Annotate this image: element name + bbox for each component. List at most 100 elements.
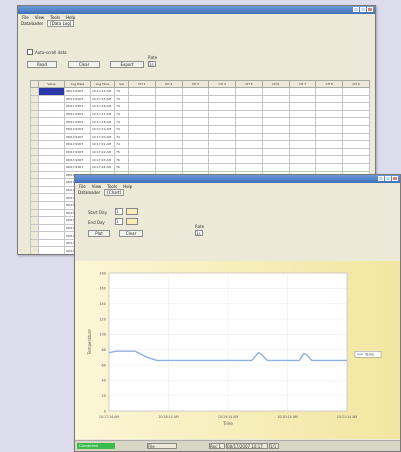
table-cell[interactable]	[343, 133, 370, 141]
table-row[interactable]: 08/17/200710:17:18 AM74	[31, 118, 370, 126]
table-cell[interactable]: 08/17/2007	[65, 163, 91, 171]
table-cell[interactable]	[236, 118, 263, 126]
table-cell[interactable]	[39, 118, 65, 126]
row-header-cell[interactable]	[31, 148, 39, 156]
table-cell[interactable]: 10:17:17 AM	[91, 110, 115, 118]
table-cell[interactable]	[236, 125, 263, 133]
maximize-icon[interactable]	[385, 176, 391, 181]
grid-column-header[interactable]: Log Time	[91, 81, 115, 88]
table-cell[interactable]	[316, 125, 343, 133]
menu-view[interactable]: View	[35, 15, 45, 20]
export-button[interactable]: Export	[110, 61, 144, 68]
table-cell[interactable]	[289, 125, 316, 133]
table-cell[interactable]	[39, 217, 65, 225]
row-header-cell[interactable]	[31, 171, 39, 179]
row-header-cell[interactable]	[31, 163, 39, 171]
table-cell[interactable]	[39, 186, 65, 194]
table-cell[interactable]: 74	[115, 118, 129, 126]
grid-column-header[interactable]: Value	[39, 81, 65, 88]
table-cell[interactable]	[316, 133, 343, 141]
row-header-cell[interactable]	[31, 217, 39, 225]
table-cell[interactable]	[209, 148, 236, 156]
table-cell[interactable]	[129, 125, 156, 133]
table-cell[interactable]	[236, 88, 263, 96]
row-header-cell[interactable]	[31, 133, 39, 141]
temperature-chart[interactable]: 020406080100120140160180 10:17:14 AM10:1…	[75, 261, 400, 439]
table-cell[interactable]	[129, 103, 156, 111]
table-cell[interactable]: 75	[115, 148, 129, 156]
table-cell[interactable]	[316, 110, 343, 118]
table-cell[interactable]	[289, 133, 316, 141]
table-cell[interactable]	[343, 141, 370, 149]
tab-dataloader[interactable]: Dataloader	[78, 190, 100, 195]
table-cell[interactable]: 10:17:20 AM	[91, 133, 115, 141]
table-cell[interactable]	[209, 125, 236, 133]
menu-file[interactable]: File	[22, 15, 29, 20]
row-header-cell[interactable]	[31, 209, 39, 217]
table-cell[interactable]	[39, 103, 65, 111]
table-cell[interactable]	[182, 141, 209, 149]
table-cell[interactable]	[236, 103, 263, 111]
table-cell[interactable]: 08/17/2007	[65, 103, 91, 111]
table-cell[interactable]	[39, 194, 65, 202]
table-cell[interactable]	[39, 141, 65, 149]
table-cell[interactable]	[155, 103, 182, 111]
table-cell[interactable]	[155, 118, 182, 126]
grid-column-header[interactable]: Log Date	[65, 81, 91, 88]
read-button[interactable]: Read	[27, 61, 57, 68]
table-cell[interactable]	[209, 118, 236, 126]
table-cell[interactable]	[155, 125, 182, 133]
table-cell[interactable]	[343, 156, 370, 164]
table-cell[interactable]	[262, 103, 289, 111]
grid-column-header[interactable]: CH 5	[236, 81, 263, 88]
table-row[interactable]: 08/17/200710:17:15 AM74	[31, 95, 370, 103]
table-cell[interactable]	[236, 163, 263, 171]
table-cell[interactable]	[39, 232, 65, 240]
row-header-cell[interactable]	[31, 95, 39, 103]
grid-column-header[interactable]: CH 3	[182, 81, 209, 88]
end-day-field[interactable]: 1	[115, 218, 123, 225]
grid-column-header[interactable]: CH 4	[209, 81, 236, 88]
table-cell[interactable]	[182, 133, 209, 141]
table-cell[interactable]	[262, 156, 289, 164]
table-cell[interactable]	[236, 156, 263, 164]
row-header-cell[interactable]	[31, 224, 39, 232]
start-time-field[interactable]	[126, 208, 138, 215]
table-cell[interactable]	[289, 148, 316, 156]
table-cell[interactable]	[262, 163, 289, 171]
table-cell[interactable]	[39, 110, 65, 118]
table-cell[interactable]	[209, 163, 236, 171]
table-cell[interactable]	[155, 141, 182, 149]
table-cell[interactable]	[155, 148, 182, 156]
table-cell[interactable]	[316, 95, 343, 103]
menu-view[interactable]: View	[92, 184, 102, 189]
close-icon[interactable]	[392, 176, 398, 181]
table-row[interactable]: 08/17/200710:17:20 AM74	[31, 133, 370, 141]
table-cell[interactable]	[343, 125, 370, 133]
table-cell[interactable]	[129, 156, 156, 164]
table-cell[interactable]: 74	[115, 88, 129, 96]
table-cell[interactable]	[129, 95, 156, 103]
plot-button[interactable]: Plot	[88, 230, 110, 237]
table-cell[interactable]	[39, 95, 65, 103]
table-cell[interactable]	[39, 224, 65, 232]
table-cell[interactable]: 74	[115, 125, 129, 133]
table-cell[interactable]: 08/17/2007	[65, 88, 91, 96]
table-cell[interactable]	[39, 209, 65, 217]
table-cell[interactable]	[289, 88, 316, 96]
table-cell[interactable]	[129, 148, 156, 156]
start-day-field[interactable]: 1	[115, 208, 123, 215]
row-header-cell[interactable]	[31, 88, 39, 96]
table-row[interactable]: 08/17/200710:17:19 AM74	[31, 125, 370, 133]
table-cell[interactable]	[343, 118, 370, 126]
menu-file[interactable]: File	[79, 184, 86, 189]
table-cell[interactable]	[262, 148, 289, 156]
table-cell[interactable]	[289, 110, 316, 118]
table-cell[interactable]: 10:17:14 AM	[91, 88, 115, 96]
table-row[interactable]: 08/17/200710:17:14 AM74	[31, 88, 370, 96]
table-cell[interactable]: 10:17:15 AM	[91, 95, 115, 103]
table-cell[interactable]	[129, 110, 156, 118]
table-cell[interactable]	[289, 95, 316, 103]
table-row[interactable]: 08/17/200710:17:22 AM75	[31, 148, 370, 156]
grid-column-header[interactable]: CH 6	[262, 81, 289, 88]
